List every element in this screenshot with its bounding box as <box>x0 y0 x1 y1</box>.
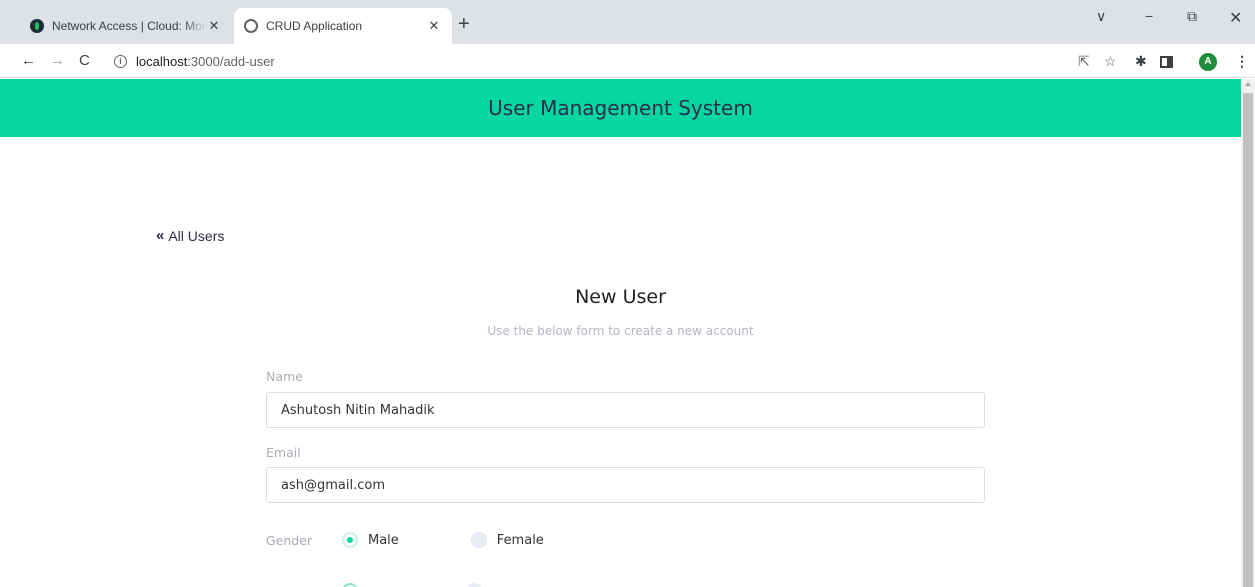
app-header: User Management System <box>0 79 1241 137</box>
tab-title: Network Access | Cloud: MongoDB Cloud <box>52 19 206 33</box>
browser-tab-bar: Network Access | Cloud: MongoDB Cloud ✕ … <box>0 0 1255 44</box>
app-title: User Management System <box>488 96 753 120</box>
male-option-label: Male <box>368 532 399 548</box>
share-icon[interactable]: ⇱ <box>1078 53 1090 70</box>
minimize-icon[interactable]: − <box>1145 8 1153 24</box>
url-host: localhost <box>136 54 188 69</box>
all-users-label: All Users <box>168 227 225 244</box>
address-bar[interactable]: localhost:3000/add-user <box>136 54 275 69</box>
extensions-puzzle-icon[interactable]: ✱ <box>1135 53 1147 70</box>
email-input[interactable] <box>266 467 985 503</box>
form-title: New User <box>575 286 666 308</box>
new-tab-button[interactable]: + <box>458 14 470 34</box>
mongodb-leaf-icon <box>30 19 44 33</box>
next-radio-group <box>266 583 482 587</box>
tab-title: CRUD Application <box>266 19 363 33</box>
tab-close-icon[interactable]: ✕ <box>206 18 222 34</box>
radio-checked-icon[interactable] <box>342 583 358 587</box>
scrollbar-thumb[interactable] <box>1243 93 1253 587</box>
scroll-up-arrow-icon[interactable] <box>1245 82 1251 86</box>
radio-unchecked-icon[interactable] <box>466 583 482 587</box>
window-close-icon[interactable]: ✕ <box>1229 8 1242 28</box>
bookmark-star-icon[interactable]: ☆ <box>1104 53 1117 70</box>
name-input[interactable] <box>266 392 985 428</box>
profile-avatar[interactable]: A <box>1199 53 1217 71</box>
side-panel-icon[interactable] <box>1160 56 1173 68</box>
url-path: :3000/add-user <box>187 54 275 69</box>
site-info-icon[interactable]: i <box>114 55 127 68</box>
page-viewport: User Management System « All Users New U… <box>0 79 1241 587</box>
back-arrow-icon[interactable]: ← <box>21 52 36 69</box>
kebab-menu-icon[interactable]: ⋮ <box>1235 53 1249 70</box>
tab-search-icon[interactable]: ∨ <box>1096 8 1106 25</box>
forward-arrow-icon[interactable]: → <box>50 52 65 69</box>
radio-checked-icon <box>342 532 358 548</box>
all-users-link[interactable]: « All Users <box>156 227 224 244</box>
gender-male-radio[interactable]: Male <box>342 532 399 548</box>
restore-icon[interactable]: ⧉ <box>1187 8 1197 25</box>
globe-icon <box>244 19 258 33</box>
tab-crud-application[interactable]: CRUD Application ✕ <box>234 8 452 44</box>
reload-icon[interactable]: C <box>79 52 90 69</box>
double-chevron-left-icon: « <box>156 227 165 244</box>
gender-radio-group: Gender Male Female <box>266 532 544 548</box>
form-subtitle: Use the below form to create a new accou… <box>487 324 754 338</box>
page-scrollbar[interactable] <box>1241 79 1255 587</box>
gender-female-radio[interactable]: Female <box>470 532 544 548</box>
tab-network-access[interactable]: Network Access | Cloud: MongoDB Cloud ✕ <box>20 8 232 44</box>
browser-toolbar: ← → C i localhost:3000/add-user ⇱ ☆ ✱ A … <box>0 44 1255 78</box>
female-option-label: Female <box>496 532 544 548</box>
name-label: Name <box>266 369 303 384</box>
radio-unchecked-icon <box>470 532 487 548</box>
email-label: Email <box>266 445 301 460</box>
gender-label: Gender <box>266 532 313 548</box>
tab-close-icon[interactable]: ✕ <box>426 18 442 34</box>
